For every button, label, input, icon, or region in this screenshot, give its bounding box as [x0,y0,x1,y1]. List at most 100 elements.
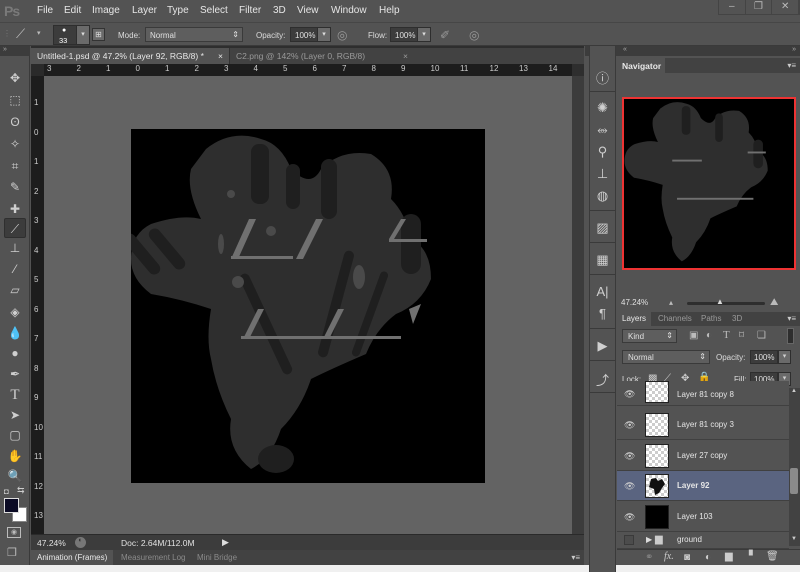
paint-bucket-tool-icon[interactable]: ◈ [4,302,26,322]
menu-window[interactable]: Window [331,5,367,16]
opacity-input[interactable]: 100% [290,27,318,42]
foreground-color-swatch[interactable] [4,498,19,513]
adjustment-layer-icon[interactable]: ◐ [705,552,711,563]
filter-smart-object-icon[interactable]: ❏ [757,330,766,341]
eraser-tool-icon[interactable]: ▱ [4,280,26,300]
flow-input[interactable]: 100% [390,27,418,42]
scroll-down-icon[interactable]: ▼ [791,536,797,542]
status-options-icon[interactable]: ◐ [75,537,86,548]
chevron-down-icon[interactable]: ▾ [37,29,41,37]
tab-layers[interactable]: Layers [617,312,652,326]
tab-mini-bridge[interactable]: Mini Bridge [191,550,243,565]
restore-button[interactable]: ❐ [746,0,773,14]
collapse-dock-icon[interactable]: « [623,46,627,53]
close-tab-icon[interactable]: × [403,51,408,61]
fx-icon[interactable]: fx. [664,551,674,562]
brush-panel-toggle-icon[interactable]: ⊞ [92,28,105,41]
tab-measurement-log[interactable]: Measurement Log [115,550,191,565]
link-layers-icon[interactable]: ⚭ [645,552,653,563]
layers-scroll-thumb[interactable] [790,468,798,494]
panel-menu-icon[interactable]: ▾≡ [571,553,580,562]
tab-navigator[interactable]: Navigator [617,58,665,73]
paragraph-panel-icon[interactable]: ¶ [589,306,616,321]
filter-toggle[interactable] [787,328,794,344]
menu-view[interactable]: View [297,5,319,16]
horizontal-ruler[interactable]: 321012345678910111213141 [44,64,572,76]
styles-icon[interactable]: ▨ [589,220,616,236]
quick-mask-icon[interactable]: ◉ [7,527,21,538]
brush-tool-icon[interactable]: ⟋ [4,218,26,238]
flow-dropdown[interactable]: ▾ [417,27,431,42]
layer-row[interactable]: 👁 Layer 81 copy 3 [617,410,789,440]
menu-edit[interactable]: Edit [64,5,81,16]
airbrush-icon[interactable]: ✐ [440,28,450,42]
new-group-icon[interactable]: ▆ [725,551,733,562]
layer-opacity-dropdown[interactable]: ▾ [778,350,791,364]
layer-row[interactable]: 👁 Layer 103 [617,502,789,532]
new-layer-icon[interactable]: ▝ [745,551,753,562]
screen-mode-icon[interactable]: ❐ [7,546,17,559]
magic-wand-tool-icon[interactable]: ✧ [4,134,26,154]
slider-thumb[interactable]: ▲ [716,297,724,306]
scroll-up-icon[interactable]: ▲ [791,388,797,394]
navigator-zoom-slider[interactable] [687,302,765,305]
layer-filter-kind[interactable]: Kind ⇕ [622,329,677,343]
vertical-ruler[interactable]: 1 0 1 2 3 4 5 6 7 8 9 10 11 12 13 [31,76,44,534]
panel-menu-icon[interactable]: ▾≡ [787,61,796,70]
marquee-tool-icon[interactable]: ⬚ [4,90,26,110]
tab-paths[interactable]: Paths [696,312,726,326]
tab-channels[interactable]: Channels [653,312,697,326]
pen-tool-icon[interactable]: ✒ [4,364,26,384]
eye-icon[interactable]: 👁 [624,389,635,400]
blur-tool-icon[interactable]: 💧 [4,323,26,343]
menu-help[interactable]: Help [379,5,400,16]
zoom-out-icon[interactable]: ▴ [669,298,673,307]
minimize-button[interactable]: – [719,0,746,14]
filter-shape-icon[interactable]: ⌑ [739,330,744,341]
zoom-tool-icon[interactable]: 🔍 [4,466,26,486]
add-mask-icon[interactable]: ◙ [684,552,690,563]
layer-row[interactable]: 👁 Layer 27 copy [617,441,789,471]
eye-icon[interactable]: 👁 [624,481,635,492]
delete-layer-icon[interactable]: 🗑 [766,551,779,562]
menu-filter[interactable]: Filter [239,5,261,16]
menu-file[interactable]: File [37,5,53,16]
actions-panel-icon[interactable]: ▶ [589,338,616,354]
navigator-thumbnail[interactable] [622,97,796,270]
menu-3d[interactable]: 3D [273,5,286,16]
eye-icon[interactable]: 👁 [624,512,635,523]
layer-row[interactable]: 👁 Layer 81 copy 8 [617,381,789,406]
dodge-tool-icon[interactable]: ● [4,343,26,363]
canvas-artwork[interactable] [131,129,485,483]
pressure-opacity-icon[interactable]: ◎ [337,28,347,42]
tab-3d[interactable]: 3D [727,312,747,326]
layer-row-selected[interactable]: 👁 Layer 92 [617,471,789,501]
lasso-tool-icon[interactable]: ʘ [4,112,26,132]
filter-pixel-icon[interactable]: ▣ [689,330,698,341]
hand-tool-icon[interactable]: ✋ [4,446,26,466]
eye-icon[interactable]: 👁 [624,420,635,431]
tab-untitled-1[interactable]: Untitled-1.psd @ 47.2% (Layer 92, RGB/8)… [31,48,229,64]
close-button[interactable]: ✕ [772,0,800,14]
swatches-palette-icon[interactable]: ◍ [589,188,616,204]
default-colors-icon[interactable]: ◘ [4,487,9,496]
info-panel-icon[interactable]: ⓘ [589,68,616,87]
expand-group-icon[interactable]: ▶ [646,535,652,544]
tools-panel-collapse[interactable]: » [0,46,30,56]
clone-source-icon[interactable]: ⊥ [589,166,616,182]
eyedropper-tool-icon[interactable]: ✎ [4,177,26,197]
opacity-dropdown[interactable]: ▾ [317,27,331,42]
rectangle-tool-icon[interactable]: ▢ [4,425,26,445]
layer-group-row[interactable]: ▶ ▆ ground [617,532,789,549]
navigator-zoom-value[interactable]: 47.24% [621,298,648,307]
panel-menu-icon[interactable]: ▾≡ [787,314,796,323]
history-panel-icon[interactable]: ⤴ [589,370,616,389]
tab-animation-frames[interactable]: Animation (Frames) [31,550,114,565]
zoom-level[interactable]: 47.24% [37,538,66,548]
filter-type-icon[interactable]: T [723,329,730,341]
layer-opacity-input[interactable]: 100% [750,350,778,364]
menu-select[interactable]: Select [200,5,228,16]
menu-type[interactable]: Type [167,5,189,16]
eye-icon[interactable]: 👁 [624,451,635,462]
ruler-origin[interactable] [31,64,44,76]
